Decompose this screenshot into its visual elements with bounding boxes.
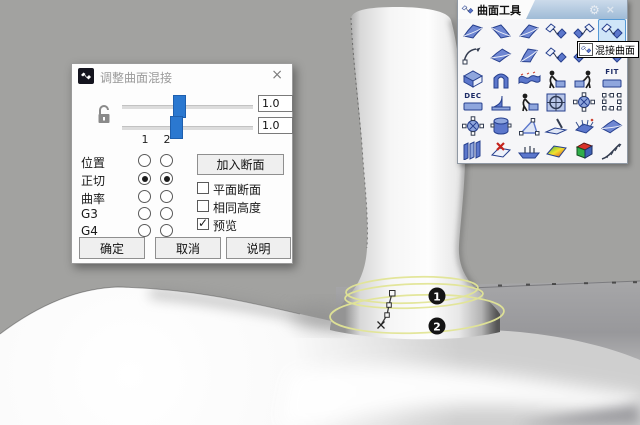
tool-variable-blend[interactable] [515,43,543,67]
gear-icon[interactable]: ⚙ [589,4,600,16]
control-point-handle[interactable] [386,302,392,308]
tool-patch-arch[interactable] [487,67,515,91]
edge-marker-1[interactable]: 1 [428,287,446,305]
palette-title: 曲面工具 [477,3,521,17]
tool-draft-angle-analysis[interactable] [543,138,571,162]
lock-icon[interactable] [96,104,112,126]
radio-curvature-2[interactable] [160,190,173,203]
svg-text:2: 2 [433,320,441,333]
tool-variable-fillet[interactable] [487,43,515,67]
tool-match-crossection[interactable] [515,67,543,91]
control-point-handle[interactable] [389,290,396,297]
dialog-titlebar[interactable]: 调整曲面混接 × [72,64,292,88]
checkbox-preview[interactable] [197,216,209,230]
tool-variable-chamfer[interactable] [570,19,598,43]
row-label-g4: G4 [81,224,98,238]
palette-titlebar[interactable]: 曲面工具 ⚙ × [458,0,627,19]
radio-position-1[interactable] [138,154,151,167]
checkbox-same-height-label: 相同高度 [213,201,262,215]
tool-symmetry-target[interactable] [543,91,571,115]
tool-round-corner[interactable] [515,19,543,43]
surface-tools-palette: 曲面工具 ⚙ × FIT DEC 混接曲面 [457,0,639,164]
palette-title-tab: 曲面工具 [458,0,535,19]
checkbox-planar-sections[interactable] [197,182,209,194]
tool-connect-surfaces[interactable] [459,67,487,91]
tool-unroll-surface[interactable] [543,114,571,138]
tool-surface-blend-handles[interactable] [543,43,571,67]
tool-extend-surface[interactable] [459,19,487,43]
dialog-title: 调整曲面混接 [100,71,173,85]
tool-patch-triangle[interactable] [515,114,543,138]
checkbox-preview-label: 预览 [213,219,238,233]
column-header-2: 2 [163,133,171,146]
tool-refit-surface[interactable] [515,91,543,115]
control-point-handle[interactable] [384,312,390,318]
row-label-g3: G3 [81,207,98,221]
palette-close-icon[interactable]: × [606,4,615,15]
blend-slider-2-track[interactable] [122,126,253,130]
tool-curvature-spikes[interactable] [570,114,598,138]
radio-tangent-1[interactable] [138,172,151,185]
tool-smash-points[interactable] [570,91,598,115]
tool-move-uvn[interactable] [459,114,487,138]
blend-slider-1-track[interactable] [122,105,253,109]
tool-surface-points[interactable] [598,114,626,138]
tool-insert-knot[interactable] [487,91,515,115]
tool-match-surface[interactable] [543,67,571,91]
tooltip-text: 混接曲面 [595,46,635,57]
radio-g3-1[interactable] [138,207,151,220]
blend-surface-icon [78,68,94,84]
tool-offset-surface[interactable] [459,138,487,162]
blend-value-1-input[interactable] [258,95,293,112]
tooltip-blend-icon [579,43,593,56]
tool-blend-surface-selected[interactable] [598,19,626,43]
tool-thickness-analysis[interactable] [570,138,598,162]
radio-g4-1[interactable] [138,224,151,237]
tool-merge-surfaces[interactable] [570,67,598,91]
radio-tangent-2[interactable] [160,172,173,185]
row-label-position: 位置 [81,156,106,170]
checkbox-same-height[interactable] [197,200,209,212]
tool-show-edit-points[interactable] [598,91,626,115]
palette-title-icon [461,4,474,15]
tool-fit-surface[interactable]: FIT [598,67,626,91]
dialog-close-icon[interactable]: × [271,67,283,83]
tool-ship-hull-fair[interactable] [515,138,543,162]
tooltip-blend-surface: 混接曲面 [577,41,639,58]
app-window: 1 2 曲面工具 ⚙ × FIT DEC 混接曲面 调整曲面混接 × 1.0 1… [0,0,640,425]
adjust-surface-blend-dialog: 调整曲面混接 × 1 2 位置 正切 曲率 G3 G4 [71,63,293,264]
svg-text:1: 1 [433,290,441,303]
tool-adjustable-curve-blend[interactable] [459,43,487,67]
tool-extrude-surface[interactable] [487,114,515,138]
tool-fillet-surfaces[interactable] [487,19,515,43]
checkbox-planar-sections-label: 平面断面 [213,183,262,197]
ok-button[interactable]: 确定 [79,237,145,259]
radio-position-2[interactable] [160,154,173,167]
tool-remove-knot[interactable] [487,138,515,162]
tool-rebuild-surface[interactable]: DEC [459,91,487,115]
radio-g4-2[interactable] [160,224,173,237]
add-section-button[interactable]: 加入断面 [197,154,284,175]
row-label-tangent: 正切 [81,174,106,188]
radio-curvature-1[interactable] [138,190,151,203]
tool-chamfer-surfaces[interactable] [543,19,571,43]
blend-value-2-input[interactable] [258,117,293,134]
blend-slider-1-thumb[interactable] [173,95,186,118]
help-button[interactable]: 说明 [226,237,291,259]
radio-g3-2[interactable] [160,207,173,220]
tool-curve-deviation[interactable] [598,138,626,162]
column-header-1: 1 [141,133,149,146]
row-label-curvature: 曲率 [81,192,106,206]
edge-marker-2[interactable]: 2 [428,317,446,335]
cancel-button[interactable]: 取消 [155,237,221,259]
